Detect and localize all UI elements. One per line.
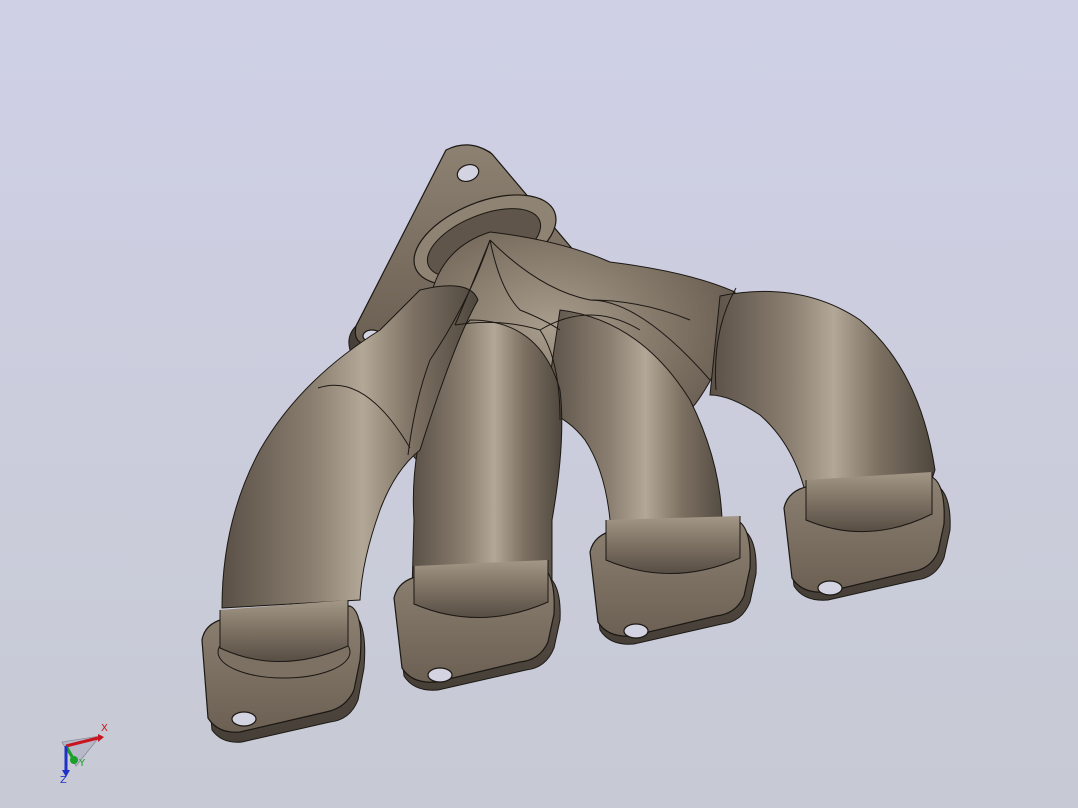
model-scene[interactable] [0, 0, 1078, 808]
3d-viewport[interactable]: X Y Z [0, 0, 1078, 808]
coordinate-triad[interactable]: X Y Z [52, 716, 116, 784]
x-axis-label: X [101, 723, 108, 734]
port-flange-4-bolt-hole [817, 580, 843, 596]
port-flange-3-bolt-hole [623, 623, 649, 639]
y-axis-label: Y [78, 758, 86, 769]
port-flange-1-bolt-hole [231, 711, 257, 727]
port-flange-2-bolt-hole [427, 667, 453, 683]
z-axis-label: Z [60, 775, 67, 784]
